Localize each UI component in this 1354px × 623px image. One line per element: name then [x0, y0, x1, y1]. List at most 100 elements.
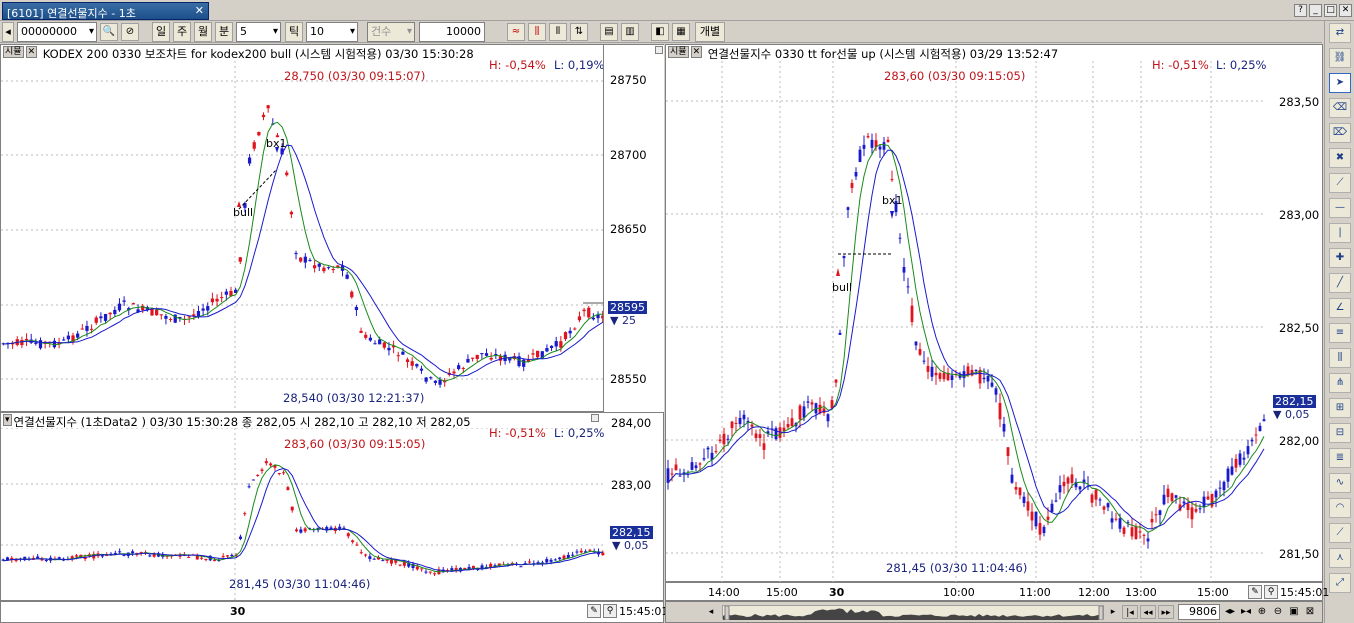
candle-body	[866, 136, 870, 138]
panel-max-icon[interactable]	[655, 46, 663, 54]
fib-fan-icon[interactable]: ⋔	[1329, 373, 1351, 393]
fib-time-icon[interactable]: ⫼	[1329, 348, 1351, 368]
candle-icon[interactable]: ⫴	[549, 23, 567, 41]
price-chart-kodex[interactable]: bullbx1	[1, 61, 604, 412]
cycle-icon[interactable]: ◠	[1329, 498, 1351, 518]
candle-body	[934, 372, 938, 376]
y-tick: 283,00	[611, 478, 652, 492]
fib-icon[interactable]: ≡	[1329, 323, 1351, 343]
x-tick: 11:00	[1019, 586, 1051, 599]
candle-body	[264, 461, 268, 464]
candle-body	[57, 557, 61, 559]
first-page-icon[interactable]: |◂	[1122, 605, 1138, 619]
reset-icon[interactable]: ⊠	[1303, 605, 1317, 619]
bar-count-input[interactable]: 9806	[1178, 604, 1220, 620]
andrews-icon[interactable]: ⋏	[1329, 548, 1351, 568]
collapse-icon[interactable]: ▾	[3, 414, 12, 426]
minute-button[interactable]: 분	[215, 22, 233, 42]
day-button[interactable]: 일	[152, 22, 170, 42]
candle-body	[986, 376, 990, 382]
cursor-icon[interactable]: ➤	[1329, 73, 1351, 93]
count-input[interactable]: 10000	[419, 22, 485, 42]
y-tick: 28550	[610, 372, 647, 386]
maximize-button[interactable]: □	[1324, 4, 1337, 17]
erase-all-icon[interactable]: ⌦	[1329, 123, 1351, 143]
close-button[interactable]: ✕	[1339, 4, 1352, 17]
candle-body	[1054, 500, 1058, 502]
minimize-button[interactable]: _	[1309, 4, 1322, 17]
regression-icon[interactable]: ⤢	[1329, 573, 1351, 593]
vertical-line-icon[interactable]: |	[1329, 223, 1351, 243]
price-chart-futures-main[interactable]: bull bx1	[666, 61, 1266, 583]
candle-body	[113, 552, 117, 554]
close-icon[interactable]: ✕	[690, 46, 703, 58]
sort-icon[interactable]: ⇅	[570, 23, 588, 41]
zoom-in-icon[interactable]: ⊕	[1255, 605, 1269, 619]
candle-body	[1006, 447, 1010, 457]
link-icon[interactable]: ⛓	[1329, 48, 1351, 68]
minute-select[interactable]: 5	[236, 22, 281, 42]
gann-grid-icon[interactable]: ⊟	[1329, 423, 1351, 443]
help-button[interactable]: ?	[1294, 4, 1307, 17]
zoom-out-icon[interactable]: ⊖	[1271, 605, 1285, 619]
candle-body	[364, 554, 368, 556]
code-search-icon[interactable]: ⊘	[121, 23, 139, 41]
edit-icon[interactable]: ✎	[1248, 585, 1262, 599]
trend-icon[interactable]: ⟋	[1329, 173, 1351, 193]
candle-body	[1214, 490, 1218, 498]
expand-icon[interactable]: ▸◂	[1239, 605, 1253, 619]
week-button[interactable]: 주	[173, 22, 191, 42]
tab-close-icon[interactable]: ✕	[195, 4, 204, 17]
count-select[interactable]: 건수	[367, 22, 415, 42]
delete-icon[interactable]: ✖	[1329, 148, 1351, 168]
line-icon[interactable]: ╱	[1329, 273, 1351, 293]
save-icon[interactable]: ▤	[600, 23, 618, 41]
rewind-icon[interactable]: ◂◂	[1140, 605, 1156, 619]
x-tick: 14:00	[708, 586, 740, 599]
wave-icon[interactable]: ∿	[1329, 473, 1351, 493]
individual-button[interactable]: 개별	[695, 22, 725, 42]
candle-body	[224, 291, 228, 295]
y-tick: 282,50	[1279, 321, 1320, 335]
zoom-icon[interactable]: ⚲	[1264, 585, 1278, 599]
bar-chart-icon[interactable]: ⫼	[528, 23, 546, 41]
edit-icon[interactable]: ✎	[587, 604, 601, 618]
scroll-track[interactable]	[722, 605, 1104, 621]
tick-button[interactable]: 틱	[285, 22, 303, 42]
close-icon[interactable]: ✕	[25, 46, 38, 58]
panel-max-icon[interactable]	[591, 414, 599, 422]
candle-body	[531, 353, 535, 355]
price-chart-futures-sub[interactable]	[1, 428, 605, 600]
candle-body	[690, 462, 694, 470]
gann-icon[interactable]: ⊞	[1329, 398, 1351, 418]
speed-line-icon[interactable]: ⟋	[1329, 523, 1351, 543]
scroll-right-icon[interactable]: ▸	[1106, 605, 1120, 619]
tab-6101[interactable]: [6101] 연결선물지수 - 1초 ✕	[2, 2, 209, 20]
code-input[interactable]: 00000000	[17, 22, 97, 42]
chart-type-icon[interactable]: ≈	[507, 23, 525, 41]
print-icon[interactable]: ▥	[621, 23, 639, 41]
tick-select[interactable]: 10	[306, 22, 358, 42]
candle-body	[187, 316, 191, 318]
erase-icon[interactable]: ⌫	[1329, 98, 1351, 118]
angle-icon[interactable]: ∠	[1329, 298, 1351, 318]
scroll-left-icon[interactable]: ◂	[704, 605, 718, 619]
prev-arrow-icon[interactable]: ◂	[2, 22, 14, 42]
zoom-icon[interactable]: ⚲	[603, 604, 617, 618]
chart-scrollbar[interactable]: ◂ ▸ |◂ ◂◂ ▸▸ 9806 ◂▸ ▸◂ ⊕ ⊖ ▣ ⊠	[665, 601, 1323, 623]
cross-line-icon[interactable]: ✚	[1329, 248, 1351, 268]
candle-body	[591, 317, 596, 320]
indicator-icon[interactable]: ◧	[651, 23, 669, 41]
month-button[interactable]: 월	[194, 22, 212, 42]
low-percent: L: 0,19%	[554, 58, 604, 72]
search-icon[interactable]: 🔍	[100, 23, 118, 41]
forward-icon[interactable]: ▸▸	[1158, 605, 1174, 619]
grid-toggle-icon[interactable]: ▣	[1287, 605, 1301, 619]
horizontal-line-icon[interactable]: —	[1329, 198, 1351, 218]
candle-body	[1014, 486, 1018, 490]
shrink-icon[interactable]: ◂▸	[1223, 605, 1237, 619]
table-icon[interactable]: ▦	[672, 23, 690, 41]
channel-icon[interactable]: ≣	[1329, 448, 1351, 468]
candle-body	[527, 561, 532, 563]
sync-icon[interactable]: ⇄	[1329, 23, 1351, 43]
